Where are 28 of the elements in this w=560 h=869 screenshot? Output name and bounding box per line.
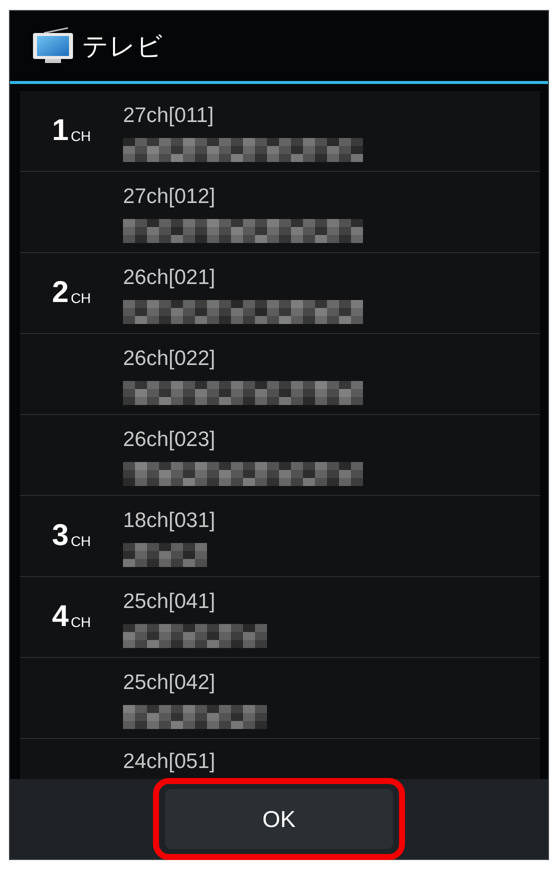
channel-unit: CH	[70, 533, 91, 549]
tv-icon	[32, 27, 74, 65]
channel-row[interactable]: 27ch[012]	[20, 172, 540, 253]
channel-row[interactable]: 25ch[042]	[20, 658, 540, 739]
channel-number: 1	[52, 114, 69, 148]
channel-number: 2	[52, 276, 69, 310]
channel-row[interactable]: 4 CH 25ch[041]	[20, 577, 540, 658]
channel-label: 27ch[012]	[123, 185, 216, 209]
channel-label: 26ch[021]	[123, 266, 216, 290]
channel-row[interactable]: 1 CH 27ch[011]	[20, 91, 540, 172]
channel-row[interactable]: 2 CH 26ch[021]	[20, 253, 540, 334]
channel-label: 27ch[011]	[123, 104, 215, 128]
channel-unit: CH	[70, 290, 91, 306]
channel-label: 24ch[051]	[123, 750, 216, 774]
ok-button[interactable]: OK	[165, 789, 393, 849]
channel-label: 18ch[031]	[123, 509, 216, 533]
channel-row[interactable]: 26ch[022]	[20, 334, 540, 415]
channel-label: 25ch[042]	[123, 671, 216, 695]
channel-label: 26ch[022]	[123, 347, 216, 371]
channel-label: 25ch[041]	[123, 590, 216, 614]
channel-number: 3	[52, 519, 69, 553]
channel-unit: CH	[70, 128, 91, 144]
channel-number: 4	[52, 600, 69, 634]
channel-row[interactable]: 26ch[023]	[20, 415, 540, 496]
channel-label: 26ch[023]	[123, 428, 216, 452]
dialog-title: テレビ	[82, 30, 163, 64]
channel-unit: CH	[70, 614, 91, 630]
channel-row[interactable]: 3 CH 18ch[031]	[20, 496, 540, 577]
